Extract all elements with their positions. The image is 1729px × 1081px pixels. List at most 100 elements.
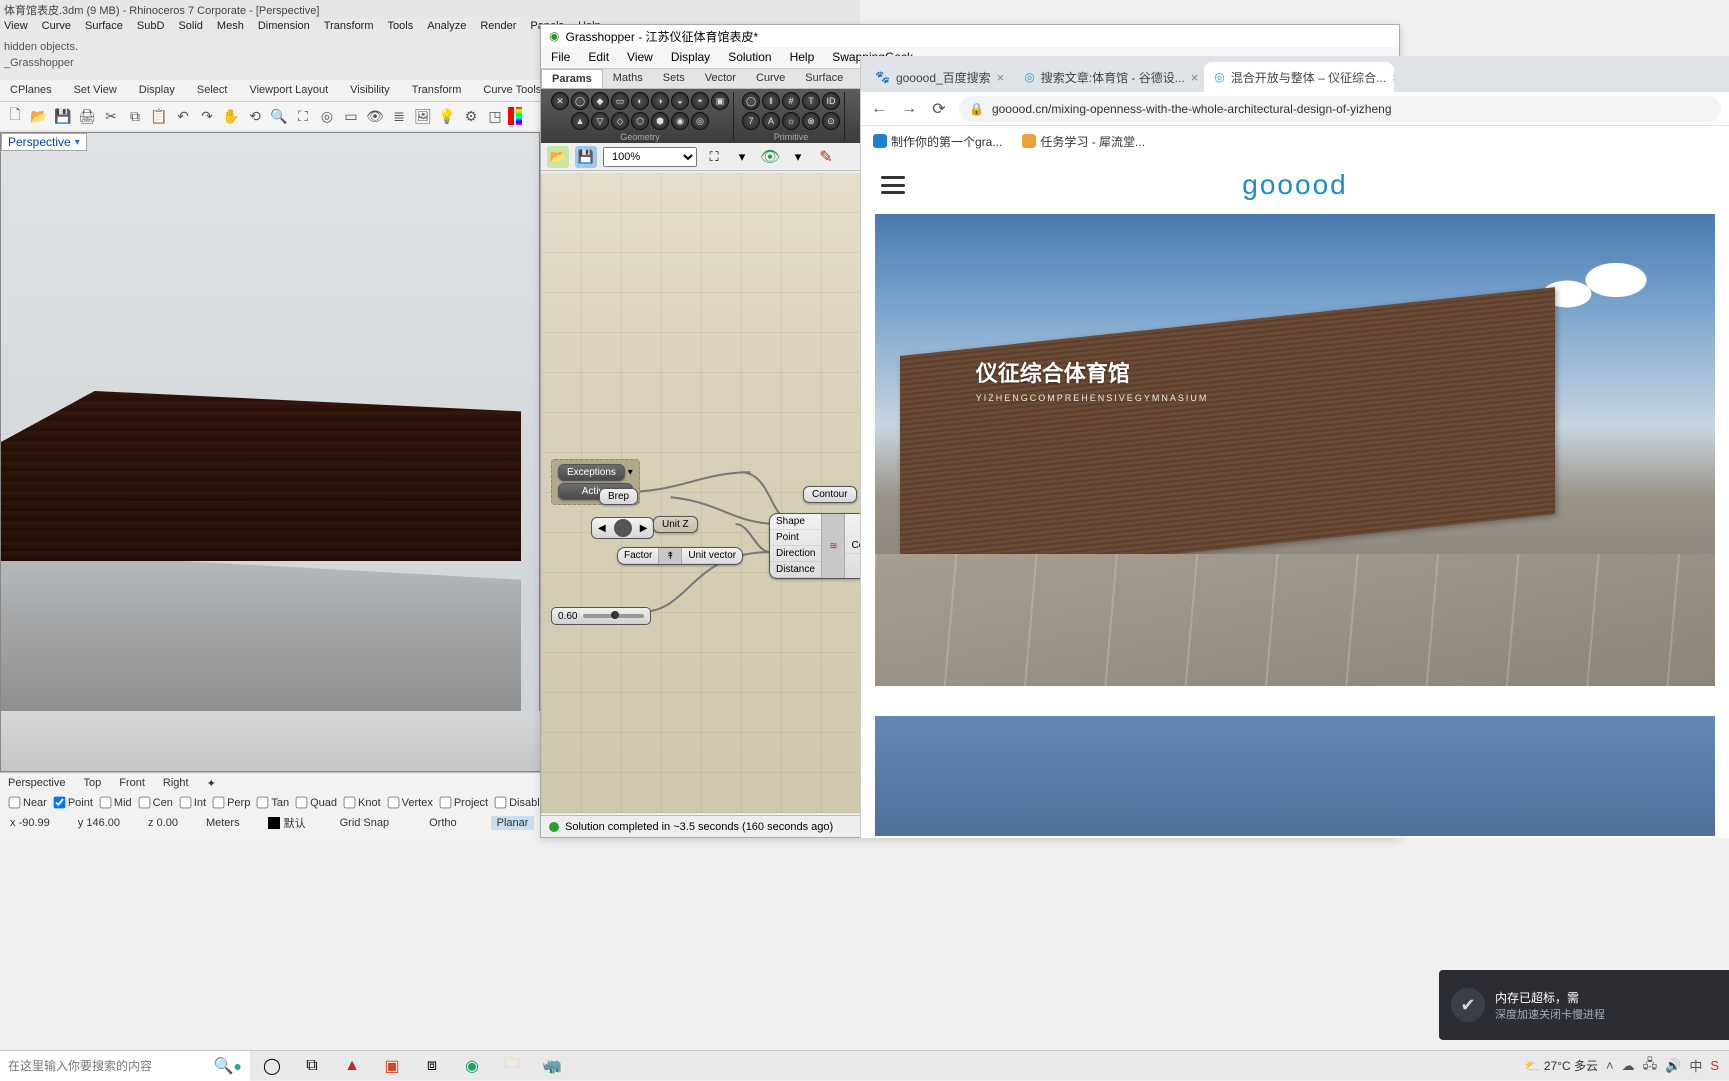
osnap-int[interactable]: Int	[179, 796, 206, 809]
cut-icon[interactable]: ✂	[100, 105, 122, 127]
rhino-menu-curve[interactable]: Curve	[42, 20, 71, 34]
hex-icon[interactable]: ◯	[742, 92, 760, 110]
zoom-select[interactable]: 100%	[603, 147, 697, 167]
osnap-disable[interactable]: Disable	[494, 796, 546, 809]
sketch-icon[interactable]: ✎	[815, 146, 837, 168]
rhino-menu-view[interactable]: View	[4, 20, 28, 34]
rhino-menu-surface[interactable]: Surface	[85, 20, 123, 34]
gh-menu-solution[interactable]: Solution	[728, 50, 771, 65]
close-tab-icon[interactable]: ×	[1191, 70, 1199, 85]
osnap-knot[interactable]: Knot	[343, 796, 381, 809]
dropdown-icon[interactable]: ▾	[628, 467, 633, 478]
tab-add-icon[interactable]: ✦	[207, 777, 216, 790]
tab-cplanes[interactable]: CPlanes	[10, 84, 52, 97]
osnap-vertex[interactable]: Vertex	[387, 796, 433, 809]
file-explorer-icon[interactable]: 🗀	[492, 1051, 532, 1081]
spotlight-icon[interactable]: 💡	[436, 105, 458, 127]
tab-transform[interactable]: Transform	[412, 84, 462, 97]
onedrive-icon[interactable]: ☁	[1622, 1058, 1635, 1074]
hex-icon[interactable]: ⬢	[651, 112, 669, 130]
rhino-menu-solid[interactable]: Solid	[178, 20, 202, 34]
hex-icon[interactable]: #	[782, 92, 800, 110]
gridsnap-toggle[interactable]: Grid Snap	[334, 816, 396, 830]
site-logo[interactable]: gooood	[1242, 169, 1347, 201]
named-views-icon[interactable]: ▾	[731, 146, 753, 168]
gh-tab-surface[interactable]: Surface	[795, 69, 853, 88]
layer-swatch-icon[interactable]	[268, 817, 280, 829]
zoom-extents-icon[interactable]: ⛶	[292, 105, 314, 127]
hex-icon[interactable]: ▲	[571, 112, 589, 130]
hex-icon[interactable]: ◒	[671, 92, 689, 110]
reload-icon[interactable]: ⟳	[929, 99, 949, 119]
osnap-perp[interactable]: Perp	[212, 796, 250, 809]
hex-icon[interactable]: ◆	[591, 92, 609, 110]
hex-icon[interactable]: ▣	[711, 92, 729, 110]
bookmark-item[interactable]: 制作你的第一个gra...	[873, 133, 1002, 150]
gh-capsule-contour[interactable]: Contour	[803, 489, 857, 500]
osnap-mid[interactable]: Mid	[99, 796, 132, 809]
taskview-timeline-icon[interactable]: ⧉	[292, 1051, 332, 1081]
autocad-icon[interactable]: ▲	[332, 1051, 372, 1081]
tab-top[interactable]: Top	[83, 777, 101, 790]
rhino-viewport[interactable]: Perspective ▾	[0, 132, 540, 772]
hex-icon[interactable]: ⬡	[631, 112, 649, 130]
gh-menu-help[interactable]: Help	[790, 50, 815, 65]
hex-icon[interactable]: ⊗	[802, 112, 820, 130]
gh-component-unitvector[interactable]: Factor ↟ Unit vector	[617, 547, 743, 565]
gh-menu-view[interactable]: View	[627, 50, 653, 65]
copy-icon[interactable]: ⧉	[124, 105, 146, 127]
rhino-menu-render[interactable]: Render	[480, 20, 516, 34]
rotate-icon[interactable]: ⟲	[244, 105, 266, 127]
port-unitvector[interactable]: Unit vector	[682, 548, 742, 564]
volume-icon[interactable]: 🔊	[1665, 1058, 1681, 1074]
port-factor[interactable]: Factor	[618, 548, 658, 564]
hex-icon[interactable]: ◑	[651, 92, 669, 110]
planar-toggle[interactable]: Planar	[491, 816, 535, 830]
tab-perspective[interactable]: Perspective	[8, 777, 65, 790]
gh-tab-params[interactable]: Params	[541, 69, 603, 88]
rhino-icon[interactable]: 🦏	[532, 1051, 572, 1081]
hex-icon[interactable]: ◇	[611, 112, 629, 130]
layers-icon[interactable]: ≣	[388, 105, 410, 127]
osnap-tan[interactable]: Tan	[256, 796, 289, 809]
gh-geometry-param[interactable]: ◀▶	[591, 517, 654, 539]
rhino-menu-dimension[interactable]: Dimension	[258, 20, 310, 34]
gh-number-slider[interactable]: 0.60	[551, 607, 651, 625]
hex-icon[interactable]: ‖	[762, 92, 780, 110]
rhino-menu-mesh[interactable]: Mesh	[217, 20, 244, 34]
gh-menu-edit[interactable]: Edit	[588, 50, 609, 65]
render-icon[interactable]: 🖼	[412, 105, 434, 127]
gh-tab-curve[interactable]: Curve	[746, 69, 795, 88]
gh-menu-display[interactable]: Display	[671, 50, 710, 65]
tab-select[interactable]: Select	[197, 84, 228, 97]
gh-tab-maths[interactable]: Maths	[603, 69, 653, 88]
windows-search[interactable]: 在这里输入你要搜索的内容 🔍 ●	[0, 1051, 250, 1081]
browser-tab[interactable]: ◎ 搜索文章:体育馆 - 谷德设... ×	[1014, 62, 1204, 92]
hex-icon[interactable]: ◓	[691, 92, 709, 110]
select-icon[interactable]: ▭	[340, 105, 362, 127]
hex-icon[interactable]: T	[802, 92, 820, 110]
gh-menu-file[interactable]: File	[551, 50, 570, 65]
ortho-toggle[interactable]: Ortho	[423, 816, 463, 830]
hex-icon[interactable]: A	[762, 112, 780, 130]
powerpoint-icon[interactable]: ▣	[372, 1051, 412, 1081]
task-view-icon[interactable]: ◯	[252, 1051, 292, 1081]
hamburger-menu-icon[interactable]	[881, 176, 905, 194]
save-file-icon[interactable]: 💾	[575, 146, 597, 168]
color-red-icon[interactable]	[508, 107, 514, 125]
gh-capsule-unitz[interactable]: Unit Z	[653, 519, 698, 530]
ime-icon[interactable]: 中	[1689, 1056, 1702, 1075]
layer-name[interactable]: 默认	[284, 815, 306, 831]
search-icon[interactable]: 🔍	[214, 1056, 234, 1076]
print-icon[interactable]: 🖨	[76, 105, 98, 127]
undo-icon[interactable]: ↶	[172, 105, 194, 127]
close-tab-icon[interactable]: ×	[997, 70, 1005, 85]
pan-icon[interactable]: ✋	[220, 105, 242, 127]
hex-icon[interactable]: ☼	[782, 112, 800, 130]
forward-icon[interactable]: →	[899, 100, 919, 118]
rhino-menu-subd[interactable]: SubD	[137, 20, 165, 34]
hex-icon[interactable]: ▭	[611, 92, 629, 110]
hex-icon[interactable]: ◉	[671, 112, 689, 130]
tab-vplayout[interactable]: Viewport Layout	[249, 84, 328, 97]
gh-param-brep[interactable]: Brep	[599, 491, 638, 502]
